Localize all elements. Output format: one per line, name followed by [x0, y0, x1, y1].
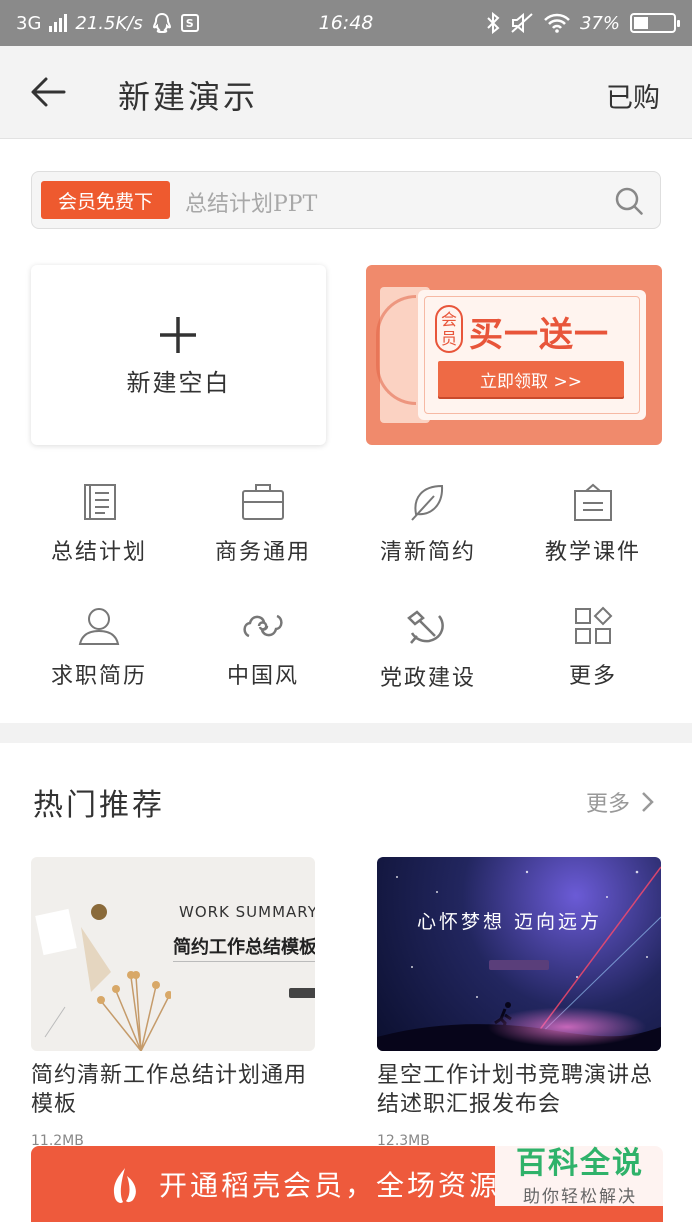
- search-input[interactable]: 总结计划PPT: [185, 186, 317, 218]
- search-icon[interactable]: [614, 186, 644, 216]
- category-more[interactable]: 更多: [518, 606, 668, 690]
- chevron-right-icon: [642, 792, 654, 812]
- section-divider: [0, 723, 692, 743]
- new-blank-card[interactable]: 新建空白: [31, 265, 326, 445]
- docer-leaf-icon: [113, 1168, 136, 1203]
- title-bar: 新建演示 已购: [0, 46, 692, 139]
- category-party-building[interactable]: 党政建设: [353, 606, 503, 692]
- new-blank-label: 新建空白: [126, 369, 231, 397]
- member-badge-top: 会: [440, 310, 457, 329]
- category-label: 中国风: [226, 664, 299, 689]
- flower-decoration: [35, 904, 171, 1051]
- category-label: 商务通用: [214, 540, 311, 565]
- promo-headline: 买一送一: [469, 315, 609, 355]
- member-badge-bottom: 员: [440, 329, 457, 348]
- category-label: 总结计划: [50, 540, 147, 565]
- thumb-chinese-title: 心怀梦想 迈向远方: [417, 911, 603, 933]
- template-thumbnail[interactable]: 心怀梦想 迈向远方: [377, 857, 661, 1051]
- thumb-rule: [173, 961, 315, 962]
- recommend-card-2[interactable]: 心怀梦想 迈向远方 星空工作计划书竞聘演讲总结述职汇报发布会 12.3MB: [377, 857, 661, 1149]
- battery-percent: 37%: [579, 12, 620, 34]
- category-fresh-simple[interactable]: 清新简约: [353, 482, 503, 566]
- recommend-card-1[interactable]: WORK SUMMARY 简约工作总结模板 简约清新工作总结计划通用模板 11.…: [31, 857, 315, 1149]
- template-title[interactable]: 星空工作计划书竞聘演讲总结述职汇报发布会: [377, 1061, 661, 1119]
- hammer-sickle-icon: [407, 610, 444, 644]
- watermark-subtitle: 助你轻松解决: [523, 1187, 637, 1207]
- sim-icon: S: [180, 14, 199, 32]
- person-icon: [78, 608, 120, 645]
- watermark-title: 百科全说: [516, 1146, 644, 1181]
- horizon-glow: [487, 1007, 647, 1047]
- qq-icon: [152, 12, 171, 34]
- battery-icon: [630, 13, 680, 33]
- category-label: 更多: [568, 664, 617, 689]
- page-title: 新建演示: [118, 78, 259, 116]
- leaf-icon: [411, 484, 444, 521]
- thumb-chip: [489, 960, 549, 970]
- hot-recommend-title: 热门推荐: [33, 788, 165, 823]
- category-business[interactable]: 商务通用: [188, 482, 338, 566]
- notebook-icon: [84, 484, 116, 520]
- template-title[interactable]: 简约清新工作总结计划通用模板: [31, 1061, 315, 1119]
- search-bar[interactable]: 会员免费下 总结计划PPT: [31, 171, 661, 229]
- category-chinese-style[interactable]: 中国风: [188, 606, 338, 690]
- back-arrow-icon[interactable]: [28, 74, 68, 110]
- thumb-chinese-title: 简约工作总结模板: [173, 937, 315, 958]
- category-label: 党政建设: [379, 666, 476, 691]
- network-speed: 21.5K/s: [75, 12, 143, 34]
- status-bar: 3G 21.5K/s S 16:48 37%: [0, 0, 692, 46]
- promo-card[interactable]: 会 员 买一送一 立即领取 >>: [366, 265, 662, 445]
- briefcase-icon: [242, 484, 284, 520]
- more-link[interactable]: 更多: [586, 786, 654, 818]
- mute-icon: [511, 12, 533, 34]
- bluetooth-icon: [487, 12, 500, 34]
- category-label: 教学课件: [544, 540, 641, 565]
- category-label: 清新简约: [379, 540, 476, 565]
- network-type: 3G: [16, 12, 42, 34]
- banner-text: 开通稻壳会员，全场资源: [159, 1169, 501, 1202]
- category-resume[interactable]: 求职简历: [24, 606, 174, 690]
- easel-icon: [574, 483, 612, 521]
- thumb-pill: [289, 988, 315, 998]
- member-free-badge[interactable]: 会员免费下: [41, 181, 170, 219]
- cloud-pattern-icon: [243, 614, 283, 638]
- grid-more-icon: [575, 606, 613, 644]
- watermark: 百科全说 助你轻松解决: [495, 1134, 665, 1207]
- template-thumbnail[interactable]: WORK SUMMARY 简约工作总结模板: [31, 857, 315, 1051]
- wifi-icon: [544, 13, 570, 33]
- purchased-button[interactable]: 已购: [606, 76, 660, 115]
- category-courseware[interactable]: 教学课件: [518, 482, 668, 566]
- claim-now-button[interactable]: 立即领取 >>: [438, 361, 624, 397]
- more-label: 更多: [585, 792, 630, 817]
- category-label: 求职简历: [50, 664, 147, 689]
- plus-icon: [160, 317, 196, 353]
- signal-icon: [49, 14, 68, 32]
- member-badge: 会 员: [435, 305, 463, 353]
- thumb-english-title: WORK SUMMARY: [179, 903, 315, 921]
- category-summary-plan[interactable]: 总结计划: [24, 482, 174, 566]
